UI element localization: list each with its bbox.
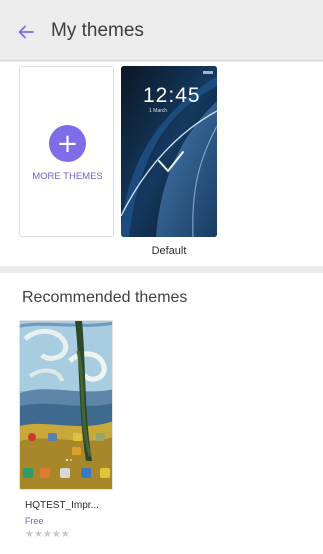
default-theme-label: Default — [151, 245, 187, 257]
recommended-theme-thumbnail[interactable] — [19, 320, 113, 490]
more-themes-label: MORE THEMES — [32, 171, 103, 182]
recommended-theme-wallpaper — [20, 321, 112, 489]
default-theme-clock: 12:45 — [143, 84, 201, 107]
my-themes-panel: + MORE THEMES 12:45 1 March Default — [0, 62, 323, 266]
arrow-left-icon — [18, 25, 34, 39]
rating-stars-icon: ★★★★★ — [25, 529, 70, 540]
plus-icon: + — [49, 125, 86, 162]
more-themes-card[interactable]: + MORE THEMES — [19, 66, 114, 237]
back-button[interactable] — [14, 20, 38, 44]
recommended-theme-price: Free — [25, 516, 44, 526]
recommended-themes-panel: Recommended themes HQTEST_Impr... Free ★… — [0, 273, 323, 554]
default-theme-thumbnail[interactable]: 12:45 1 March — [121, 66, 217, 237]
default-theme-date: 1 March — [149, 108, 168, 114]
section-divider — [0, 266, 323, 273]
recommended-theme-name: HQTEST_Impr... — [25, 500, 99, 511]
app-bar: My themes — [0, 0, 323, 61]
page-title: My themes — [51, 20, 144, 41]
recommended-themes-title: Recommended themes — [22, 289, 188, 306]
